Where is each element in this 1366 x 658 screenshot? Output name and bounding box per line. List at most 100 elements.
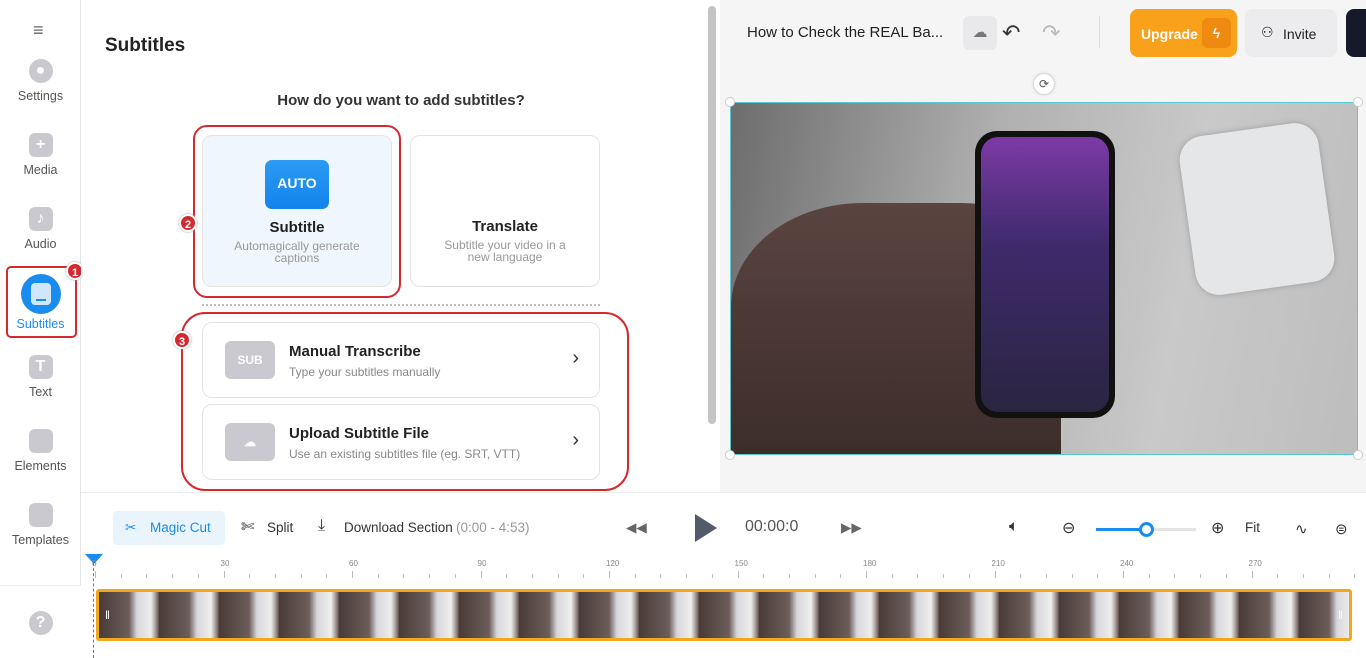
ruler-tick: [763, 574, 765, 578]
ruler-tick: [788, 574, 790, 578]
ruler-tick: [274, 574, 276, 578]
ruler-tick: [583, 574, 585, 578]
divider: [1099, 16, 1100, 48]
zoom-in-icon[interactable]: ⊕: [1211, 518, 1224, 538]
ruler-tick: [1251, 571, 1253, 578]
ruler-tick: [95, 571, 96, 578]
ruler-tick: [711, 574, 713, 578]
ruler-tick: [840, 574, 842, 578]
resize-handle[interactable]: [725, 450, 735, 460]
label: Elements: [14, 459, 67, 473]
zoom-slider[interactable]: [1096, 522, 1196, 537]
ruler-tick: [223, 571, 225, 578]
ruler-tick: [1097, 574, 1099, 578]
ruler-tick: [891, 574, 893, 578]
help-icon[interactable]: ?: [28, 611, 53, 635]
project-title[interactable]: How to Check the REAL Ba...: [747, 24, 943, 41]
ruler-tick: [506, 574, 508, 578]
zoom-slider-thumb[interactable]: [1139, 522, 1154, 537]
waveform-icon[interactable]: ∿: [1295, 520, 1308, 538]
translate-card[interactable]: Translate Subtitle your video in a new l…: [410, 135, 600, 287]
label: Text: [29, 385, 52, 399]
ruler-tick-label: 180: [863, 559, 877, 568]
card-title: Translate: [472, 218, 538, 235]
power-bank: [1176, 120, 1338, 298]
comment-icon[interactable]: ⊜: [1335, 520, 1348, 538]
invite-label: Invite: [1283, 26, 1317, 42]
sidebar-item-elements[interactable]: Elements: [0, 429, 81, 473]
panel-title: Subtitles: [105, 35, 186, 56]
resize-handle[interactable]: [1353, 97, 1363, 107]
scissors-icon: ✄: [241, 519, 255, 536]
sidebar-item-media[interactable]: + Media: [0, 133, 81, 177]
ruler-tick-label: 60: [349, 559, 358, 568]
ruler-tick-label: 90: [477, 559, 487, 568]
sidebar-item-templates[interactable]: Templates: [0, 503, 81, 547]
volume-icon[interactable]: 🔈︎: [1009, 518, 1019, 536]
step-badge-2: 2: [179, 214, 197, 232]
resize-handle[interactable]: [1353, 450, 1363, 460]
play-icon[interactable]: [695, 514, 717, 542]
ruler-tick: [943, 574, 945, 578]
sidebar-item-text[interactable]: T Text: [0, 355, 81, 399]
sidebar-item-subtitles[interactable]: Subtitles: [0, 274, 81, 331]
ruler-tick: [1148, 574, 1150, 578]
ruler-tick: [994, 571, 996, 578]
ruler-tick: [249, 574, 251, 578]
question: How do you want to add subtitles?: [277, 92, 525, 109]
add-user-icon: ⚇: [1261, 24, 1274, 40]
split-button[interactable]: Split: [267, 520, 293, 535]
download-icon: ⤓: [318, 517, 326, 534]
download-range: (0:00 - 4:53): [456, 520, 530, 535]
label: Media: [23, 163, 58, 177]
panel-scrollbar[interactable]: [708, 6, 716, 424]
rotate-handle-icon[interactable]: ⟳: [1034, 74, 1054, 94]
label: Templates: [12, 533, 69, 547]
ruler-tick: [686, 574, 688, 578]
ruler-tick-label: 240: [1120, 559, 1134, 568]
ruler-tick: [634, 574, 636, 578]
video-preview[interactable]: [730, 102, 1358, 455]
invite-button[interactable]: ⚇ Invite: [1245, 9, 1337, 57]
text-icon: T: [28, 355, 53, 379]
label: Settings: [17, 89, 64, 103]
ruler-tick: [377, 574, 379, 578]
undo-icon[interactable]: ↶: [1002, 20, 1020, 46]
ruler-tick: [609, 571, 610, 578]
menu-icon[interactable]: ≡: [33, 20, 44, 41]
sidebar-item-audio[interactable]: ♪ Audio: [0, 207, 81, 251]
magic-cut-label[interactable]: Magic Cut: [150, 520, 211, 535]
cloud-saved-icon[interactable]: ☁: [963, 16, 997, 50]
ruler-tick: [660, 574, 662, 578]
sidebar-item-settings[interactable]: ● Settings: [0, 59, 81, 103]
upgrade-label: Upgrade: [1141, 26, 1198, 42]
ruler-tick: [326, 574, 328, 578]
ruler-tick: [531, 574, 533, 578]
ruler-tick-label: 120: [606, 559, 620, 568]
rewind-icon[interactable]: ◀◀: [626, 520, 647, 536]
ruler-tick: [1071, 574, 1073, 578]
fast-forward-icon[interactable]: ▶▶: [841, 520, 862, 536]
upgrade-button[interactable]: Upgrade ϟ: [1130, 9, 1237, 57]
ruler-tick: [917, 574, 919, 578]
export-button[interactable]: [1346, 9, 1366, 57]
trim-handle-right[interactable]: ‖: [1338, 608, 1343, 622]
current-time: 00:00:0: [745, 518, 799, 535]
ruler-tick: [120, 574, 122, 578]
fit-button[interactable]: Fit: [1245, 520, 1260, 535]
subtitles-icon: [20, 274, 61, 314]
ruler-tick: [197, 574, 199, 578]
label: Audio: [24, 237, 57, 251]
zoom-out-icon[interactable]: ⊖: [1062, 518, 1075, 538]
sidebar-footer: ?: [0, 585, 81, 657]
video-clip-track[interactable]: ‖ ‖: [96, 589, 1352, 641]
ruler-tick: [403, 574, 405, 578]
redo-icon[interactable]: ↷: [1042, 20, 1060, 46]
ruler-tick: [429, 574, 431, 578]
resize-handle[interactable]: [725, 97, 735, 107]
ruler-tick: [352, 571, 353, 578]
download-section-button[interactable]: Download Section: [344, 520, 453, 535]
ruler-tick: [1045, 574, 1047, 578]
trim-handle-left[interactable]: ‖: [105, 608, 110, 622]
ruler-tick: [1200, 574, 1202, 578]
